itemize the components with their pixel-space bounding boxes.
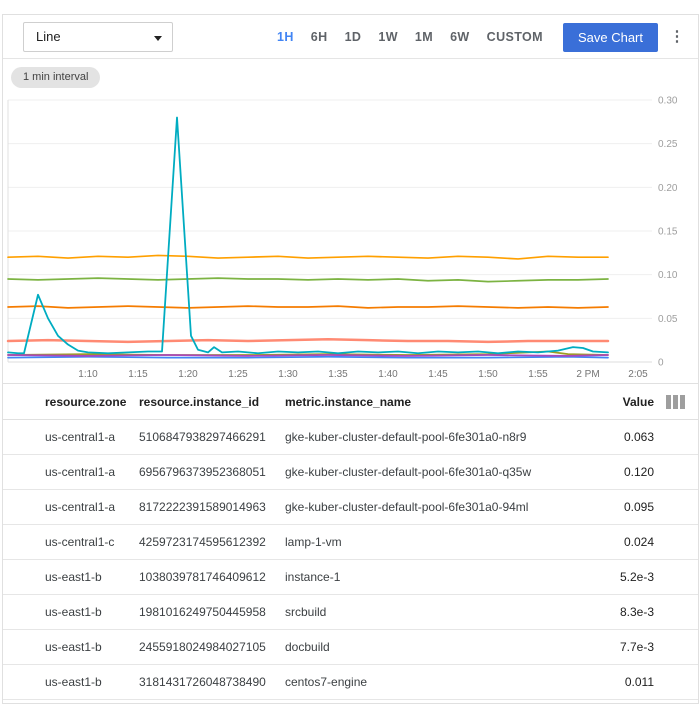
cell-resource-instance-id: 1038039781746409612 (139, 570, 285, 584)
svg-text:0.05: 0.05 (658, 314, 678, 325)
cell-resource-instance-id: 5106847938297466291 (139, 430, 285, 444)
cell-resource-instance-id: 8172222391589014963 (139, 500, 285, 514)
cell-resource-instance-id: 6956796373952368051 (139, 465, 285, 479)
series-line-gke-kuber-cluster-default-pool-6fe301a0-n8r9 (8, 306, 608, 308)
table-row[interactable]: us-central1-a6956796373952368051gke-kube… (3, 455, 698, 490)
table-row[interactable]: us-central1-c4259723174595612392lamp-1-v… (3, 525, 698, 560)
time-range-1w[interactable]: 1W (378, 30, 398, 44)
cell-resource-instance-id: 2455918024984027105 (139, 640, 285, 654)
cell-value: 0.024 (584, 535, 654, 549)
time-range-6w[interactable]: 6W (450, 30, 470, 44)
cell-metric-instance-name: instance-1 (285, 570, 584, 584)
time-range-1m[interactable]: 1M (415, 30, 433, 44)
svg-text:1:50: 1:50 (478, 369, 498, 380)
cell-metric-instance-name: gke-kuber-cluster-default-pool-6fe301a0-… (285, 500, 584, 514)
chevron-down-icon (154, 36, 162, 41)
svg-text:0.30: 0.30 (658, 96, 678, 107)
svg-text:2 PM: 2 PM (576, 369, 599, 380)
cell-value: 8.3e-3 (584, 605, 654, 619)
header-metric-instance-name: metric.instance_name (285, 395, 584, 409)
time-range-1h[interactable]: 1H (277, 30, 294, 44)
table-row[interactable]: us-central1-a8172222391589014963gke-kube… (3, 490, 698, 525)
view-columns-icon[interactable] (666, 395, 685, 409)
header-resource-instance-id: resource.instance_id (139, 395, 285, 409)
table-row[interactable]: us-east1-b3181431726048738490centos7-eng… (3, 665, 698, 700)
cell-metric-instance-name: gke-kuber-cluster-default-pool-6fe301a0-… (285, 465, 584, 479)
chart-toolbar: Line 1H 6H 1D 1W 1M 6W CUSTOM Save Chart ⋮ (3, 15, 698, 59)
svg-text:1:25: 1:25 (228, 369, 248, 380)
cell-resource-zone: us-central1-a (45, 465, 139, 479)
cell-resource-zone: us-east1-b (45, 640, 139, 654)
series-line-gke-kuber-cluster-default-pool-6fe301a0-94ml (8, 278, 608, 281)
cell-resource-instance-id: 1981016249750445958 (139, 605, 285, 619)
svg-text:1:20: 1:20 (178, 369, 198, 380)
cell-metric-instance-name: centos7-engine (285, 675, 584, 689)
svg-text:2:05: 2:05 (628, 369, 648, 380)
interval-badge: 1 min interval (11, 67, 100, 88)
save-chart-button[interactable]: Save Chart (563, 23, 658, 52)
svg-text:1:35: 1:35 (328, 369, 348, 380)
svg-text:0.15: 0.15 (658, 227, 678, 238)
series-line-srcbuild (8, 352, 608, 355)
cell-metric-instance-name: lamp-1-vm (285, 535, 584, 549)
table-row[interactable]: us-east1-b2455918024984027105docbuild7.7… (3, 630, 698, 665)
svg-text:1:55: 1:55 (528, 369, 548, 380)
table-row[interactable]: us-east1-b1038039781746409612instance-15… (3, 560, 698, 595)
cell-resource-instance-id: 3181431726048738490 (139, 675, 285, 689)
legend-table-body: us-central1-a5106847938297466291gke-kube… (3, 420, 698, 700)
cell-value: 0.120 (584, 465, 654, 479)
chart-type-value: Line (36, 29, 61, 44)
cell-value: 0.063 (584, 430, 654, 444)
header-value: Value (584, 395, 654, 409)
cell-metric-instance-name: docbuild (285, 640, 584, 654)
series-line-docbuild (8, 355, 608, 356)
svg-text:0: 0 (658, 358, 664, 369)
chart-card: 0 0.05 0.10 0.15 0.20 0.25 0.30 1:10 1:15 1:20 1:2… (2, 14, 699, 704)
cell-resource-zone: us-central1-a (45, 430, 139, 444)
header-resource-zone: resource.zone (45, 395, 139, 409)
svg-text:0.25: 0.25 (658, 139, 678, 150)
table-row[interactable]: us-east1-b1981016249750445958srcbuild8.3… (3, 595, 698, 630)
cell-resource-zone: us-east1-b (45, 570, 139, 584)
cell-value: 5.2e-3 (584, 570, 654, 584)
chart-type-dropdown[interactable]: Line (23, 22, 173, 52)
cell-resource-instance-id: 4259723174595612392 (139, 535, 285, 549)
cell-value: 0.011 (584, 675, 654, 689)
cell-value: 7.7e-3 (584, 640, 654, 654)
series-line-lamp-1-vm (8, 339, 608, 342)
svg-text:0.20: 0.20 (658, 183, 678, 194)
svg-text:1:10: 1:10 (78, 369, 98, 380)
series-line-gke-kuber-cluster-default-pool-6fe301a0-q35w (8, 255, 608, 258)
cell-value: 0.095 (584, 500, 654, 514)
time-range-1d[interactable]: 1D (345, 30, 362, 44)
legend-table: resource.zone resource.instance_id metri… (3, 383, 698, 700)
cell-resource-zone: us-central1-a (45, 500, 139, 514)
svg-text:1:45: 1:45 (428, 369, 448, 380)
legend-table-header: resource.zone resource.instance_id metri… (3, 383, 698, 420)
svg-text:1:30: 1:30 (278, 369, 298, 380)
svg-text:1:40: 1:40 (378, 369, 398, 380)
cell-resource-zone: us-east1-b (45, 605, 139, 619)
cell-resource-zone: us-east1-b (45, 675, 139, 689)
time-range-group: 1H 6H 1D 1W 1M 6W CUSTOM (277, 15, 543, 59)
cell-metric-instance-name: gke-kuber-cluster-default-pool-6fe301a0-… (285, 430, 584, 444)
time-range-6h[interactable]: 6H (311, 30, 328, 44)
series-line-instance-1 (8, 357, 608, 358)
series-line-centos7-engine (8, 117, 608, 353)
table-row[interactable]: us-central1-a5106847938297466291gke-kube… (3, 420, 698, 455)
overflow-menu-icon[interactable]: ⋮ (668, 28, 686, 48)
time-range-custom[interactable]: CUSTOM (487, 30, 543, 44)
cell-metric-instance-name: srcbuild (285, 605, 584, 619)
svg-text:0.10: 0.10 (658, 270, 678, 281)
svg-text:1:15: 1:15 (128, 369, 148, 380)
cell-resource-zone: us-central1-c (45, 535, 139, 549)
